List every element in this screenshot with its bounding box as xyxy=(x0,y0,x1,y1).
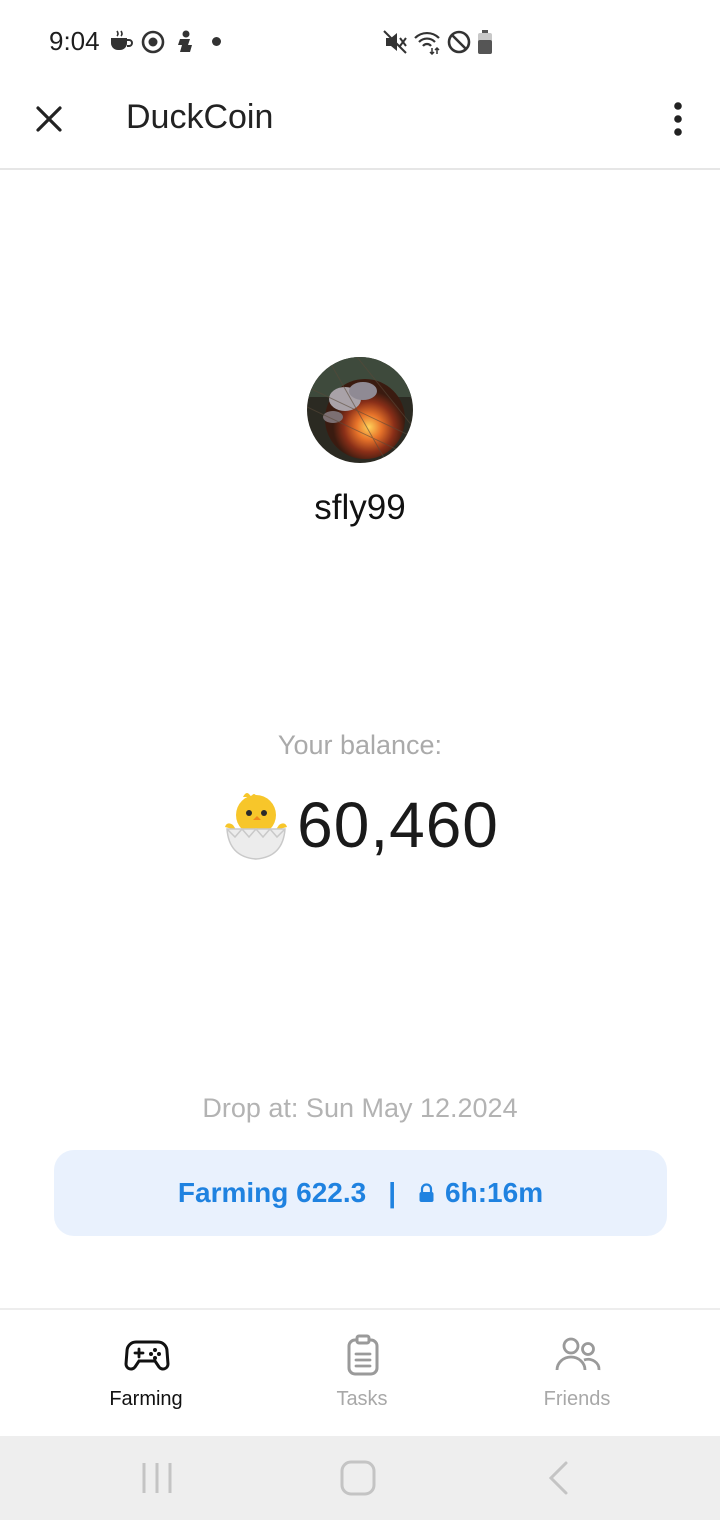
back-icon[interactable] xyxy=(538,1458,580,1498)
lock-icon xyxy=(419,1183,434,1202)
balance-label: Your balance: xyxy=(277,730,443,760)
notification-dot xyxy=(212,37,221,46)
farming-button[interactable]: Farming 622.3 | 6h:16m xyxy=(54,1150,667,1236)
status-time: 9:04 xyxy=(49,26,100,56)
more-vert-icon[interactable] xyxy=(662,98,694,140)
farming-separator: | xyxy=(388,1177,397,1208)
username: sfly99 xyxy=(314,488,406,527)
clipboard-icon xyxy=(347,1334,379,1376)
system-navigation-bar xyxy=(0,1436,720,1520)
target-icon xyxy=(141,30,165,54)
mute-icon xyxy=(383,30,407,54)
tab-tasks[interactable]: Tasks xyxy=(242,1310,482,1438)
status-bar: 9:04 xyxy=(0,0,720,84)
balance-value: 60,460 xyxy=(297,789,499,861)
page-title: DuckCoin xyxy=(126,98,274,136)
tab-friends-label: Friends xyxy=(543,1388,611,1410)
close-icon[interactable] xyxy=(28,98,70,140)
tab-farming[interactable]: Farming xyxy=(26,1310,266,1438)
tab-tasks-label: Tasks xyxy=(336,1388,388,1410)
coffee-icon xyxy=(111,30,133,50)
bottom-navigation: Farming Tasks Friends xyxy=(0,1308,720,1438)
recents-icon[interactable] xyxy=(136,1458,178,1498)
farming-amount: Farming 622.3 xyxy=(177,1177,367,1208)
blocked-icon xyxy=(447,30,471,54)
drop-date: Drop at: Sun May 12.2024 xyxy=(202,1093,518,1123)
home-icon[interactable] xyxy=(337,1458,379,1498)
farming-timer: 6h:16m xyxy=(445,1177,544,1208)
gamepad-icon xyxy=(124,1340,170,1371)
battery-icon xyxy=(478,30,492,54)
tab-farming-label: Farming xyxy=(109,1388,183,1410)
app-header: DuckCoin xyxy=(0,84,720,170)
tab-friends[interactable]: Friends xyxy=(457,1310,697,1438)
wifi-icon xyxy=(414,31,440,55)
figure-icon xyxy=(178,30,192,52)
hatching-chick-icon xyxy=(225,793,288,860)
balance-row: 60,460 xyxy=(0,780,720,870)
avatar xyxy=(307,357,413,463)
people-icon xyxy=(555,1337,601,1371)
